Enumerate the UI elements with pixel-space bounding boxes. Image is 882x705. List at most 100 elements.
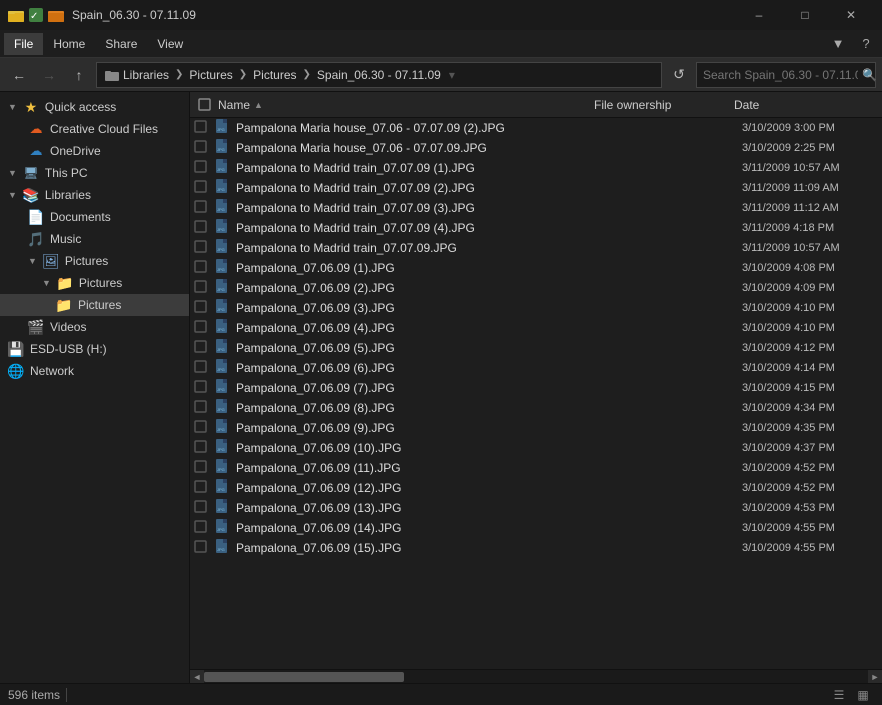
column-ownership-header[interactable]: File ownership [590,98,730,112]
table-row[interactable]: JPG Pampalona to Madrid train_07.07.09.J… [190,238,882,258]
table-row[interactable]: JPG Pampalona_07.06.09 (3).JPG 3/10/2009… [190,298,882,318]
menu-view[interactable]: View [147,33,193,55]
back-button[interactable]: ← [6,62,32,88]
row-checkbox[interactable] [194,280,214,296]
row-checkbox[interactable] [194,440,214,456]
sidebar-item-libraries[interactable]: ▼ 📚 Libraries [0,184,189,206]
row-checkbox[interactable] [194,120,214,136]
row-checkbox[interactable] [194,320,214,336]
row-checkbox[interactable] [194,140,214,156]
sidebar-item-this-pc[interactable]: ▼ 🖥 This PC [0,162,189,184]
table-row[interactable]: JPG Pampalona_07.06.09 (7).JPG 3/10/2009… [190,378,882,398]
jpg-file-icon: JPG [214,359,232,378]
sidebar-item-documents[interactable]: 📄 Documents [0,206,189,228]
hscroll-left-button[interactable]: ◄ [190,670,204,684]
maximize-button[interactable]: □ [782,0,828,30]
path-libraries[interactable]: Libraries [123,68,169,82]
row-checkbox[interactable] [194,500,214,516]
sidebar-item-pictures[interactable]: ▼ 🖼 Pictures [0,250,189,272]
row-checkbox[interactable] [194,300,214,316]
path-chevron-icon: ▾ [449,68,455,82]
sidebar-item-network[interactable]: 🌐 Network [0,360,189,382]
sidebar-item-music[interactable]: 🎵 Music [0,228,189,250]
address-path[interactable]: Libraries ❯ Pictures ❯ Pictures ❯ Spain_… [96,62,662,88]
forward-button[interactable]: → [36,62,62,88]
table-row[interactable]: JPG Pampalona_07.06.09 (13).JPG 3/10/200… [190,498,882,518]
sidebar-item-esd-usb[interactable]: 💾 ESD-USB (H:) [0,338,189,360]
table-row[interactable]: JPG Pampalona_07.06.09 (6).JPG 3/10/2009… [190,358,882,378]
table-row[interactable]: JPG Pampalona_07.06.09 (5).JPG 3/10/2009… [190,338,882,358]
header-checkbox[interactable] [194,98,214,111]
table-row[interactable]: JPG Pampalona_07.06.09 (8).JPG 3/10/2009… [190,398,882,418]
table-row[interactable]: JPG Pampalona_07.06.09 (11).JPG 3/10/200… [190,458,882,478]
table-row[interactable]: JPG Pampalona_07.06.09 (10).JPG 3/10/200… [190,438,882,458]
table-row[interactable]: JPG Pampalona_07.06.09 (12).JPG 3/10/200… [190,478,882,498]
column-date-header[interactable]: Date [730,98,870,112]
row-checkbox[interactable] [194,380,214,396]
row-checkbox[interactable] [194,160,214,176]
sidebar-item-onedrive[interactable]: ☁ OneDrive [0,140,189,162]
details-view-button[interactable]: ☰ [828,686,850,704]
refresh-button[interactable]: ↺ [666,62,692,88]
row-checkbox[interactable] [194,220,214,236]
row-checkbox[interactable] [194,240,214,256]
file-date-cell: 3/11/2009 4:18 PM [738,222,878,234]
file-name-cell: Pampalona Maria house_07.06 - 07.07.09 (… [236,121,598,135]
path-spain[interactable]: Spain_06.30 - 07.11.09 [317,68,441,82]
row-checkbox[interactable] [194,540,214,556]
path-pictures2[interactable]: Pictures [253,68,296,82]
table-row[interactable]: JPG Pampalona to Madrid train_07.07.09 (… [190,218,882,238]
close-button[interactable]: ✕ [828,0,874,30]
svg-text:JPG: JPG [217,547,225,552]
table-row[interactable]: JPG Pampalona Maria house_07.06 - 07.07.… [190,118,882,138]
file-date-cell: 3/11/2009 10:57 AM [738,162,878,174]
up-button[interactable]: ↑ [66,62,92,88]
path-pictures1[interactable]: Pictures [189,68,232,82]
file-name-cell: Pampalona_07.06.09 (6).JPG [236,361,598,375]
row-checkbox[interactable] [194,360,214,376]
row-checkbox[interactable] [194,400,214,416]
file-name-cell: Pampalona_07.06.09 (4).JPG [236,321,598,335]
search-input[interactable] [703,68,858,82]
table-row[interactable]: JPG Pampalona_07.06.09 (4).JPG 3/10/2009… [190,318,882,338]
large-icons-view-button[interactable]: ▦ [852,686,874,704]
sidebar-item-videos[interactable]: 🎬 Videos [0,316,189,338]
row-checkbox[interactable] [194,420,214,436]
hscroll-thumb[interactable] [204,672,404,682]
drive-icon: 💾 [8,341,24,357]
table-row[interactable]: JPG Pampalona to Madrid train_07.07.09 (… [190,178,882,198]
table-row[interactable]: JPG Pampalona Maria house_07.06 - 07.07.… [190,138,882,158]
file-icon-svg: JPG [214,339,230,355]
menu-share[interactable]: Share [95,33,147,55]
sidebar-item-quick-access[interactable]: ▼ ★ Quick access [0,96,189,118]
horizontal-scrollbar[interactable]: ◄ ► [190,669,882,683]
statusbar-separator [66,688,67,702]
row-checkbox[interactable] [194,460,214,476]
table-row[interactable]: JPG Pampalona to Madrid train_07.07.09 (… [190,158,882,178]
row-checkbox[interactable] [194,180,214,196]
table-row[interactable]: JPG Pampalona_07.06.09 (9).JPG 3/10/2009… [190,418,882,438]
sidebar-item-creative-cloud[interactable]: ☁ Creative Cloud Files [0,118,189,140]
sidebar-label-documents: Documents [50,210,111,224]
menubar-expand-icon[interactable]: ▼ [826,32,850,56]
hscroll-right-button[interactable]: ► [868,670,882,684]
menubar-help-icon[interactable]: ? [854,32,878,56]
row-checkbox[interactable] [194,480,214,496]
minimize-button[interactable]: – [736,0,782,30]
menu-file[interactable]: File [4,33,43,55]
search-box[interactable]: 🔍 [696,62,876,88]
menu-home[interactable]: Home [43,33,95,55]
column-name-header[interactable]: Name ▲ [214,98,590,112]
sidebar-item-pictures-active[interactable]: 📁 Pictures [0,294,189,316]
table-row[interactable]: JPG Pampalona_07.06.09 (14).JPG 3/10/200… [190,518,882,538]
table-row[interactable]: JPG Pampalona to Madrid train_07.07.09 (… [190,198,882,218]
sidebar-label-onedrive: OneDrive [50,144,101,158]
row-checkbox[interactable] [194,260,214,276]
row-checkbox[interactable] [194,340,214,356]
table-row[interactable]: JPG Pampalona_07.06.09 (15).JPG 3/10/200… [190,538,882,558]
table-row[interactable]: JPG Pampalona_07.06.09 (2).JPG 3/10/2009… [190,278,882,298]
table-row[interactable]: JPG Pampalona_07.06.09 (1).JPG 3/10/2009… [190,258,882,278]
row-checkbox[interactable] [194,200,214,216]
sidebar-item-pictures-sub[interactable]: ▼ 📁 Pictures [0,272,189,294]
row-checkbox[interactable] [194,520,214,536]
